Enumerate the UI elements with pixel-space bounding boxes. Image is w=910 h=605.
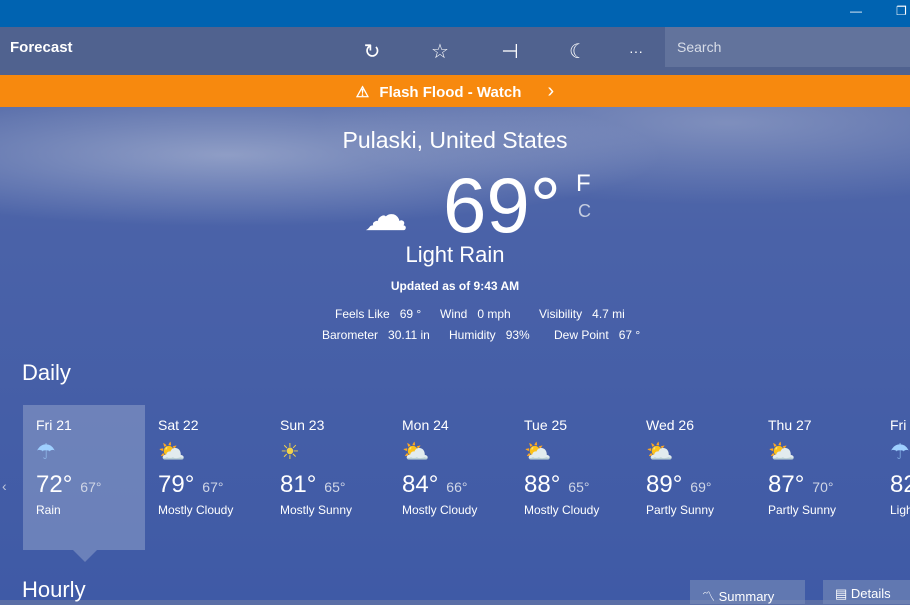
app-bar: Forecast ↻ ☆ ⊣ ☾ ··· Search [0,27,910,75]
high-temp: 88° [524,471,561,498]
humidity: Humidity 93% [449,328,530,342]
day-condition: Mostly Sunny [280,503,353,517]
refresh-icon[interactable]: ↻ [357,39,387,64]
unit-celsius[interactable]: C [578,201,591,222]
daily-heading: Daily [22,360,71,385]
high-temp: 82 [890,471,910,498]
day-condition: Ligh [890,503,910,517]
day-item[interactable]: Sun 23 ☀ 81° 65° Mostly Sunny [267,405,389,550]
high-temp: 79° [158,471,195,498]
warning-icon: ⚠ [355,84,370,101]
unit-fahrenheit[interactable]: F [576,170,591,198]
day-name: Fri [890,417,907,433]
current-temperature: 69° [443,161,561,249]
wind: Wind 0 mph [440,307,511,321]
day-item[interactable]: Sat 22 ⛅ 79° 67° Mostly Cloudy [145,405,267,550]
low-temp: 69° [690,479,712,495]
partly-cloudy-icon: ⛅ [524,439,552,464]
day-item[interactable]: Thu 27 ⛅ 87° 70° Partly Sunny [755,405,877,550]
search-input[interactable]: Search [665,27,910,67]
day-name: Tue 25 [524,417,568,433]
selected-day-pointer [73,550,97,562]
high-temp: 89° [646,471,683,498]
day-condition: Mostly Cloudy [524,503,600,517]
day-condition: Mostly Cloudy [158,503,234,517]
rain-icon: ☂ [36,439,56,464]
day-condition: Partly Sunny [768,503,837,517]
day-name: Thu 27 [768,417,812,433]
day-item[interactable]: Tue 25 ⛅ 88° 65° Mostly Cloudy [511,405,633,550]
restore-button[interactable]: ❐ [896,4,907,18]
day-condition: Partly Sunny [646,503,715,517]
details-button[interactable]: ▤ Details [823,580,910,604]
star-icon[interactable]: ☆ [425,39,455,64]
feels-like: Feels Like 69 ° [335,307,422,321]
day-name: Sat 22 [158,417,199,433]
alert-banner[interactable]: ⚠ Flash Flood - Watch › [0,75,910,107]
day-name: Sun 23 [280,417,325,433]
low-temp: 67° [80,479,102,495]
visibility: Visibility 4.7 mi [539,307,625,321]
alert-text: Flash Flood - Watch [379,84,522,101]
low-temp: 65° [324,479,346,495]
pin-icon[interactable]: ⊣ [495,39,525,64]
list-icon: ▤ [835,586,848,601]
day-item[interactable]: Fri 21 ☂ 72° 67° Rain [23,405,145,550]
high-temp: 81° [280,471,317,498]
day-condition: Mostly Cloudy [402,503,478,517]
location-name: Pulaski, United States [342,127,568,153]
high-temp: 84° [402,471,439,498]
day-name: Fri 21 [36,417,72,433]
partly-cloudy-icon: ⛅ [646,439,674,464]
day-item[interactable]: Fri ☂ 82 Ligh [877,405,910,550]
rain-cloud-icon: ☁ [364,191,408,240]
more-icon[interactable]: ··· [621,43,651,59]
day-name: Mon 24 [402,417,449,433]
rain-icon: ☂ [890,439,910,464]
title-bar: — ❐ [0,0,910,27]
day-name: Wed 26 [646,417,694,433]
minimize-button[interactable]: — [850,4,862,18]
chevron-right-icon: › [547,80,555,102]
hourly-heading: Hourly [22,577,86,602]
high-temp: 72° [36,471,73,498]
moon-icon[interactable]: ☾ [563,39,593,64]
partly-cloudy-icon: ⛅ [158,439,186,464]
day-condition: Rain [36,503,61,517]
dew-point: Dew Point 67 ° [554,328,641,342]
low-temp: 67° [202,479,224,495]
barometer: Barometer 30.11 in [322,328,430,342]
chart-icon: 〽 [702,589,716,604]
summary-button[interactable]: 〽 Summary [690,580,805,604]
updated-time: Updated as of 9:43 AM [390,279,520,293]
app-title: Forecast [10,39,73,56]
current-condition: Light Rain [405,242,505,267]
low-temp: 66° [446,479,468,495]
day-item[interactable]: Mon 24 ⛅ 84° 66° Mostly Cloudy [389,405,511,550]
partly-cloudy-icon: ⛅ [402,439,430,464]
sun-icon: ☀ [280,439,300,464]
day-item[interactable]: Wed 26 ⛅ 89° 69° Partly Sunny [633,405,755,550]
low-temp: 70° [812,479,834,495]
scroll-left-button[interactable]: ‹ [2,478,7,494]
low-temp: 65° [568,479,590,495]
high-temp: 87° [768,471,805,498]
partly-cloudy-icon: ⛅ [768,439,796,464]
